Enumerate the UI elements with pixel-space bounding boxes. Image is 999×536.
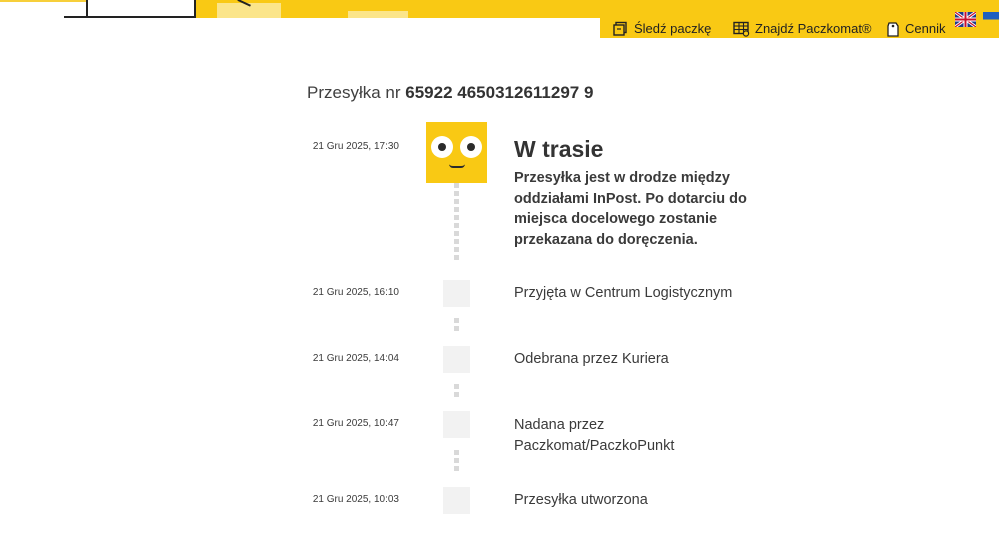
current-status-title: W trasie xyxy=(514,136,604,162)
shipment-prefix: Przesyłka nr xyxy=(307,83,401,102)
nav-pricing[interactable]: Cennik xyxy=(886,10,945,48)
nav-track-label: Śledź paczkę xyxy=(634,21,712,36)
uk-flag-icon[interactable] xyxy=(954,10,977,29)
locker-icon xyxy=(733,21,750,37)
event-marker xyxy=(443,411,470,438)
event-label: Przyjęta w Centrum Logistycznym xyxy=(514,285,733,301)
price-tag-icon xyxy=(887,21,899,37)
event-marker xyxy=(443,346,470,373)
event-label: Odebrana przez Kuriera xyxy=(514,351,669,367)
timeline-connector xyxy=(454,450,459,474)
event-time: 21 Gru 2025, 10:03 xyxy=(312,494,399,505)
timeline-connector xyxy=(454,183,459,263)
face-mouth xyxy=(449,164,465,168)
face-eye xyxy=(460,136,482,158)
logo[interactable] xyxy=(86,0,253,18)
event-marker xyxy=(443,280,470,307)
nav-track-parcel[interactable]: Śledź paczkę xyxy=(613,10,711,48)
timeline-connector xyxy=(454,384,459,400)
logo-underline xyxy=(64,16,88,18)
event-label: Nadana przez Paczkomat/PaczkoPunkt xyxy=(514,417,675,454)
current-status-description: Przesyłka jest w drodze między oddziałam… xyxy=(514,170,747,248)
status-face-icon xyxy=(426,122,487,183)
header-highlight xyxy=(348,11,408,18)
event-label: Przesyłka utworzona xyxy=(514,492,648,508)
shipment-number: 65922 4650312611297 9 xyxy=(405,83,594,102)
uk-flag-svg xyxy=(954,10,977,29)
shipment-title: Przesyłka nr 65922 4650312611297 9 xyxy=(307,83,593,103)
ua-flag-icon[interactable] xyxy=(983,12,999,27)
current-status-time: 21 Gru 2025, 17:30 xyxy=(312,141,399,152)
event-marker xyxy=(443,487,470,514)
top-nav: Śledź paczkę Znajdź Paczkomat® Cennik xyxy=(600,0,999,38)
event-time: 21 Gru 2025, 14:04 xyxy=(312,353,399,364)
event-time: 21 Gru 2025, 16:10 xyxy=(312,287,399,298)
timeline-connector xyxy=(454,318,459,334)
parcel-search-icon xyxy=(613,21,627,36)
face-eye xyxy=(431,136,453,158)
nav-price-label: Cennik xyxy=(905,21,946,36)
event-time: 21 Gru 2025, 10:47 xyxy=(312,418,399,429)
nav-find-label: Znajdź Paczkomat® xyxy=(755,21,872,36)
nav-find-locker[interactable]: Znajdź Paczkomat® xyxy=(733,10,872,48)
ua-flag-svg xyxy=(983,12,999,27)
